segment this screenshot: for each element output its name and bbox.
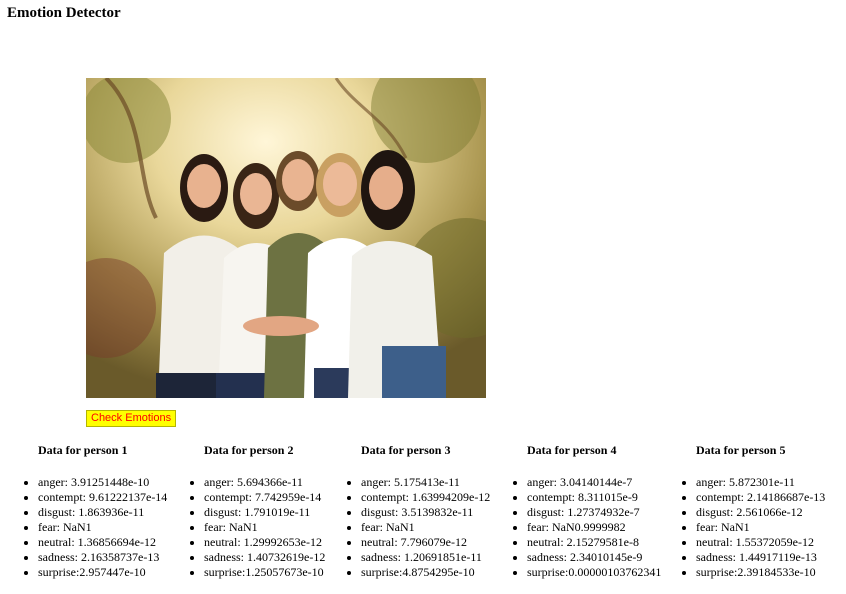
person-4-heading: Data for person 4 xyxy=(527,443,617,457)
emotion-fear: fear: NaN0.9999982 xyxy=(527,520,661,535)
emotion-anger: anger: 5.694366e-11 xyxy=(204,475,325,490)
person-2-emotion-list: anger: 5.694366e-11 contempt: 7.742959e-… xyxy=(190,475,325,580)
person-5-heading: Data for person 5 xyxy=(696,443,786,457)
person-4-emotion-list: anger: 3.04140144e-7 contempt: 8.311015e… xyxy=(513,475,661,580)
emotion-neutral: neutral: 7.796079e-12 xyxy=(361,535,490,550)
emotion-disgust: disgust: 3.5139832e-11 xyxy=(361,505,490,520)
emotion-contempt: contempt: 1.63994209e-12 xyxy=(361,490,490,505)
person-3-emotion-list: anger: 5.175413e-11 contempt: 1.63994209… xyxy=(347,475,490,580)
emotion-disgust: disgust: 1.27374932e-7 xyxy=(527,505,661,520)
emotion-contempt: contempt: 7.742959e-14 xyxy=(204,490,325,505)
emotion-neutral: neutral: 1.29992653e-12 xyxy=(204,535,325,550)
check-emotions-button[interactable]: Check Emotions xyxy=(86,410,177,427)
emotion-anger: anger: 5.872301e-11 xyxy=(696,475,825,490)
emotion-surprise: surprise:1.25057673e-10 xyxy=(204,565,325,580)
emotion-anger: anger: 3.91251448e-10 xyxy=(38,475,167,490)
emotion-disgust: disgust: 1.863936e-11 xyxy=(38,505,167,520)
emotion-contempt: contempt: 2.14186687e-13 xyxy=(696,490,825,505)
emotion-sadness: sadness: 2.34010145e-9 xyxy=(527,550,661,565)
emotion-contempt: contempt: 8.311015e-9 xyxy=(527,490,661,505)
emotion-contempt: contempt: 9.61222137e-14 xyxy=(38,490,167,505)
person-4-data: Data for person 4 anger: 3.04140144e-7 c… xyxy=(513,443,661,580)
emotion-anger: anger: 3.04140144e-7 xyxy=(527,475,661,490)
person-1-data: Data for person 1 anger: 3.91251448e-10 … xyxy=(24,443,167,580)
emotion-sadness: sadness: 1.44917119e-13 xyxy=(696,550,825,565)
emotion-disgust: disgust: 2.561066e-12 xyxy=(696,505,825,520)
emotion-fear: fear: NaN1 xyxy=(38,520,167,535)
person-3-heading: Data for person 3 xyxy=(361,443,451,457)
person-5-emotion-list: anger: 5.872301e-11 contempt: 2.14186687… xyxy=(682,475,825,580)
emotion-sadness: sadness: 1.20691851e-11 xyxy=(361,550,490,565)
emotion-surprise: surprise:2.957447e-10 xyxy=(38,565,167,580)
person-2-data: Data for person 2 anger: 5.694366e-11 co… xyxy=(190,443,325,580)
person-3-data: Data for person 3 anger: 5.175413e-11 co… xyxy=(347,443,490,580)
group-photo-illustration xyxy=(86,78,486,398)
emotion-fear: fear: NaN1 xyxy=(696,520,825,535)
person-1-heading: Data for person 1 xyxy=(38,443,128,457)
emotion-neutral: neutral: 2.15279581e-8 xyxy=(527,535,661,550)
emotion-anger: anger: 5.175413e-11 xyxy=(361,475,490,490)
emotion-neutral: neutral: 1.55372059e-12 xyxy=(696,535,825,550)
emotion-sadness: sadness: 2.16358737e-13 xyxy=(38,550,167,565)
page-title: Emotion Detector xyxy=(7,5,121,21)
group-photo xyxy=(86,78,486,398)
person-5-data: Data for person 5 anger: 5.872301e-11 co… xyxy=(682,443,825,580)
emotion-disgust: disgust: 1.791019e-11 xyxy=(204,505,325,520)
emotion-surprise: surprise:4.8754295e-10 xyxy=(361,565,490,580)
emotion-surprise: surprise:0.00000103762341 xyxy=(527,565,661,580)
person-2-heading: Data for person 2 xyxy=(204,443,294,457)
emotion-fear: fear: NaN1 xyxy=(361,520,490,535)
emotion-neutral: neutral: 1.36856694e-12 xyxy=(38,535,167,550)
person-1-emotion-list: anger: 3.91251448e-10 contempt: 9.612221… xyxy=(24,475,167,580)
emotion-fear: fear: NaN1 xyxy=(204,520,325,535)
emotion-sadness: sadness: 1.40732619e-12 xyxy=(204,550,325,565)
emotion-surprise: surprise:2.39184533e-10 xyxy=(696,565,825,580)
